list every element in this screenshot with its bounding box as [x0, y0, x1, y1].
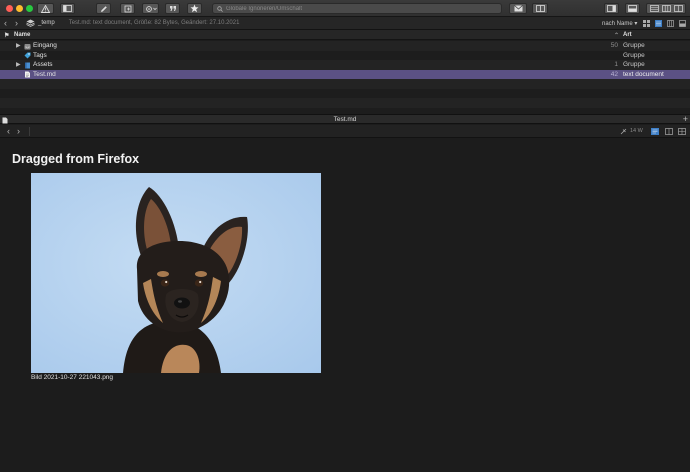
list-item[interactable]: ▶ Assets 1 Gruppe — [0, 60, 690, 70]
view-list-icon[interactable] — [649, 5, 659, 12]
list-item-name: Test.md — [33, 70, 56, 78]
list-item-name: Assets — [33, 61, 53, 68]
view-list-selected-icon[interactable] — [655, 20, 662, 27]
document-title: Test.md — [333, 116, 357, 123]
list-item-count: 42 — [610, 70, 618, 78]
markdown-preview: Dragged from Firefox Bild 2021-10-27 221… — [0, 139, 690, 472]
list-item-count: 1 — [614, 61, 618, 68]
minimize-window-button[interactable] — [16, 5, 23, 12]
document-icon — [25, 71, 30, 78]
database-icon — [26, 19, 35, 27]
sidebar-toggle-button[interactable] — [60, 3, 75, 14]
current-folder-label: _temp — [38, 20, 55, 26]
embedded-image[interactable] — [31, 173, 321, 373]
inbox-icon — [24, 43, 31, 49]
chevron-down-icon: ▾ — [634, 21, 638, 27]
item-list: ▶ Eingang 50 Gruppe Tags Gruppe ▶ Assets… — [0, 41, 690, 117]
view-cover-icon[interactable] — [679, 20, 686, 27]
sort-direction-icon: ⌃ — [614, 33, 620, 39]
layout-toggle-button[interactable] — [625, 3, 640, 14]
quote-icon — [169, 6, 176, 11]
list-item-name: Tags — [33, 51, 47, 59]
actions-menu-button[interactable] — [142, 3, 159, 14]
document-back-button[interactable]: ‹ — [7, 126, 10, 136]
add-tab-button[interactable]: + — [683, 114, 688, 124]
layout-icon — [628, 5, 637, 12]
document-title-bar: Test.md + — [0, 114, 690, 124]
path-bar: ‹ › _temp Test.md: text document, Größe:… — [0, 17, 690, 30]
quote-button[interactable] — [165, 3, 180, 14]
sort-menu-label: nach Name — [602, 21, 633, 27]
view-split-icon[interactable] — [673, 5, 683, 12]
list-item-empty — [0, 88, 690, 98]
source-mode-icon[interactable] — [665, 128, 673, 135]
inspector-toggle-button[interactable] — [604, 3, 619, 14]
list-item-selected[interactable]: Test.md 42 text document — [0, 69, 690, 79]
zoom-window-button[interactable] — [26, 5, 33, 12]
gear-chevron-icon — [145, 5, 157, 12]
star-icon — [190, 4, 199, 13]
new-note-icon — [124, 5, 131, 12]
editor-navigation-bar: ‹ › 14 W — [0, 125, 690, 138]
search-icon — [217, 5, 223, 12]
puppy-photo — [31, 173, 321, 373]
mail-button[interactable] — [509, 3, 527, 14]
sidebar-icon — [63, 5, 72, 12]
view-columns-small-icon[interactable] — [667, 20, 674, 27]
list-item[interactable]: Tags Gruppe — [0, 50, 690, 60]
view-columns-icon[interactable] — [661, 5, 671, 12]
main-toolbar — [0, 0, 690, 17]
flag-column-header[interactable]: ⚑ — [4, 32, 9, 39]
disclosure-triangle-icon[interactable]: ▶ — [16, 61, 21, 68]
document-forward-button[interactable]: › — [17, 126, 20, 136]
favorite-button[interactable] — [187, 3, 202, 14]
divider — [29, 127, 30, 136]
list-item-count: 50 — [610, 42, 618, 49]
tag-icon — [24, 52, 31, 59]
list-item[interactable]: ▶ Eingang 50 Gruppe — [0, 41, 690, 51]
disclosure-triangle-icon[interactable]: ▶ — [16, 42, 21, 49]
warning-button[interactable] — [37, 3, 54, 14]
pencil-icon — [100, 5, 107, 12]
view-icons-icon[interactable] — [643, 20, 650, 27]
sort-menu[interactable]: nach Name ▾ — [602, 20, 637, 27]
list-item-name: Eingang — [33, 42, 57, 49]
name-column-header[interactable]: Name — [14, 32, 30, 38]
preview-mode-icon[interactable] — [651, 128, 659, 135]
warning-icon — [41, 4, 50, 13]
split-view-icon — [535, 5, 545, 12]
list-item-empty — [0, 79, 690, 89]
forward-button[interactable]: › — [11, 17, 22, 30]
close-window-button[interactable] — [6, 5, 13, 12]
new-document-button[interactable] — [120, 3, 135, 14]
kind-column-header[interactable]: Art — [623, 32, 632, 38]
list-item-empty — [0, 98, 690, 108]
envelope-icon — [513, 5, 523, 12]
search-input[interactable] — [226, 4, 496, 13]
image-caption: Bild 2021-10-27 221043.png — [31, 374, 114, 381]
split-mode-icon[interactable] — [678, 128, 686, 135]
back-button[interactable]: ‹ — [0, 17, 11, 30]
list-item-kind: text document — [623, 70, 664, 78]
search-field[interactable] — [212, 3, 502, 14]
selection-info: Test.md: text document, Größe: 82 Bytes,… — [68, 20, 240, 26]
word-count: 14 W — [630, 128, 643, 134]
inspector-icon — [607, 5, 616, 12]
preview-heading: Dragged from Firefox — [12, 152, 140, 166]
current-folder[interactable]: _temp — [26, 19, 55, 27]
disable-link-icon[interactable] — [620, 128, 627, 135]
split-view-button[interactable] — [532, 3, 548, 14]
folder-icon — [25, 62, 30, 68]
list-item-kind: Gruppe — [623, 42, 645, 49]
list-item-kind: Gruppe — [623, 51, 645, 59]
edit-button[interactable] — [96, 3, 111, 14]
list-column-header: ⚑ Name ⌃ Art — [0, 30, 690, 40]
view-mode-segment[interactable] — [646, 3, 686, 14]
list-item-kind: Gruppe — [623, 61, 645, 68]
